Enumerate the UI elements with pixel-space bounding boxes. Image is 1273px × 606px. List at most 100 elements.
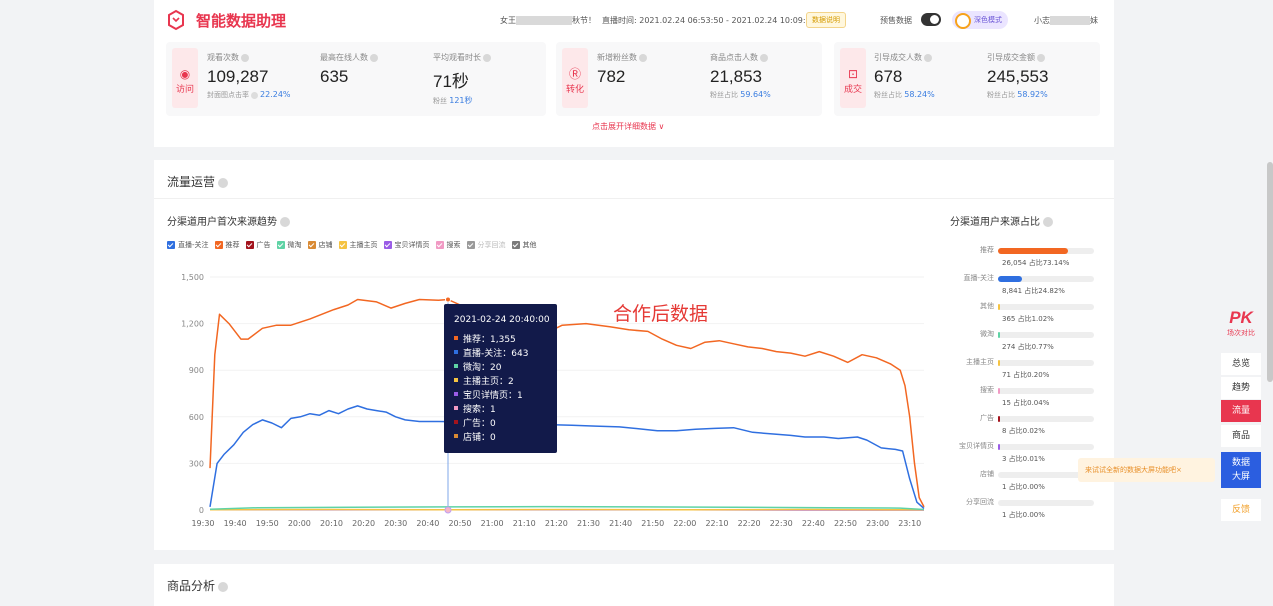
nav-goods[interactable]: 商品 <box>1221 425 1261 447</box>
legend-checkbox[interactable] <box>338 241 347 249</box>
legend-checkbox[interactable] <box>167 241 175 249</box>
tooltip-title: 2021-02-24 20:40:00 <box>454 315 550 325</box>
y-tick-label: 300 <box>189 459 204 468</box>
share-bar-track <box>998 416 1094 422</box>
x-tick-label: 22:40 <box>802 519 825 528</box>
x-tick-label: 21:50 <box>641 519 664 528</box>
tooltip-row: 微淘：20 <box>454 359 547 373</box>
share-name: 店铺 <box>980 470 994 478</box>
share-bar-fill <box>998 416 1000 422</box>
legend-item[interactable]: 广告 <box>245 240 271 250</box>
legend-item[interactable]: 店铺 <box>307 240 333 250</box>
share-bar-track <box>998 276 1094 282</box>
x-tick-label: 19:30 <box>191 519 214 528</box>
help-icon[interactable] <box>241 53 249 62</box>
tooltip-row: 搜索：1 <box>454 401 547 415</box>
dark-mode-toggle[interactable]: 深色模式 <box>952 11 1008 29</box>
legend-checkbox[interactable] <box>307 241 316 249</box>
series-line <box>209 405 925 509</box>
share-title: 分渠道用户来源占比 <box>950 213 1053 228</box>
help-icon[interactable] <box>218 177 229 188</box>
help-icon[interactable] <box>924 53 932 62</box>
goods-card: 商品分析 <box>154 564 1114 606</box>
series-dot <box>454 378 458 382</box>
help-icon[interactable] <box>280 217 290 227</box>
help-icon[interactable] <box>1037 53 1045 62</box>
share-row: 主播主页 71 占比0.20% <box>950 352 1100 380</box>
x-tick-label: 20:50 <box>448 519 471 528</box>
legend-checkbox[interactable] <box>245 241 254 249</box>
x-tick-label: 20:00 <box>288 519 311 528</box>
series-dot <box>454 392 458 396</box>
legend-checkbox[interactable] <box>214 241 223 249</box>
legend-checkbox[interactable] <box>276 241 285 249</box>
feedback-button[interactable]: 反馈 <box>1221 499 1261 521</box>
legend-checkbox[interactable] <box>511 241 520 249</box>
metric-goods-clicks: 商品点击人数 21,853 粉丝占比 59.64% <box>710 53 771 99</box>
series-dot <box>454 336 458 340</box>
share-value: 71 占比0.20% <box>1002 371 1050 379</box>
help-icon[interactable] <box>483 53 491 62</box>
scrollbar[interactable] <box>1267 162 1273 382</box>
legend-label: 主播主页 <box>349 241 378 249</box>
pk-compare-button[interactable]: PK 场次对比 <box>1222 308 1260 346</box>
help-icon[interactable] <box>639 53 647 62</box>
legend-label: 店铺 <box>318 241 333 249</box>
x-tick-label: 23:00 <box>866 519 889 528</box>
share-value: 8,841 占比24.82% <box>1002 287 1065 295</box>
legend-item[interactable]: 宝贝详情页 <box>383 240 430 250</box>
share-name: 分享回流 <box>966 498 994 506</box>
nav-traffic[interactable]: 流量 <box>1221 400 1261 422</box>
legend-item[interactable]: 搜索 <box>435 240 461 250</box>
flow-card: 0 300 600 900 1,200 1,500 19:30 19:40 19:50 20:00… <box>154 160 1114 550</box>
x-tick-label: 22:50 <box>834 519 857 528</box>
share-row: 微淘 274 占比0.77% <box>950 324 1100 352</box>
share-bar-fill <box>998 248 1069 254</box>
share-row: 推荐 26,054 占比73.14% <box>950 240 1100 268</box>
legend-label: 微淘 <box>287 241 302 249</box>
deal-metrics: ⊡ 成交 引导成交人数 678 粉丝占比 58.24% 引导成交金额 245,55… <box>834 42 1100 116</box>
help-icon[interactable] <box>1043 217 1053 227</box>
legend-item[interactable]: 分享回流 <box>466 240 506 250</box>
user-name[interactable]: 小志妹 <box>1034 15 1098 26</box>
big-screen-toast[interactable]: 来试试全新的数据大屏功能吧× <box>1078 458 1215 482</box>
help-icon[interactable] <box>760 53 768 62</box>
goods-title: 商品分析 <box>167 577 229 594</box>
series-dot <box>454 350 458 354</box>
hover-point <box>445 296 451 303</box>
x-tick-label: 22:30 <box>770 519 793 528</box>
legend-checkbox[interactable] <box>435 241 444 249</box>
share-name: 推荐 <box>980 246 994 254</box>
legend-checkbox[interactable] <box>466 241 475 249</box>
share-bar-track <box>998 248 1094 254</box>
help-icon[interactable] <box>370 53 378 62</box>
legend-item[interactable]: 其他 <box>511 240 537 250</box>
eye-icon: ◉ <box>179 67 191 81</box>
legend-item[interactable]: 推荐 <box>214 240 240 250</box>
legend-checkbox[interactable] <box>383 241 392 249</box>
share-name: 主播主页 <box>966 358 994 366</box>
nav-overview[interactable]: 总览 <box>1221 353 1261 375</box>
tooltip-row: 宝贝详情页：1 <box>454 387 547 401</box>
share-value: 274 占比0.77% <box>1002 343 1054 351</box>
anchor-name: 女王 秋节！ <box>500 16 596 25</box>
nav-trend[interactable]: 趋势 <box>1221 377 1261 399</box>
share-bar-fill <box>998 276 1022 282</box>
share-bar-track <box>998 444 1094 450</box>
presale-toggle[interactable] <box>921 13 941 26</box>
share-name: 搜索 <box>980 386 994 394</box>
visit-tag: ◉ 访问 <box>172 48 198 108</box>
data-note-button[interactable]: 数据说明 <box>806 12 846 28</box>
big-screen-button[interactable]: 数据大屏 <box>1221 452 1261 488</box>
presale-label: 预售数据 <box>880 16 912 25</box>
share-value: 1 占比0.00% <box>1002 483 1045 491</box>
expand-details-link[interactable]: 点击展开详细数据 ∨ <box>592 121 664 132</box>
legend-item[interactable]: 直播-关注 <box>167 240 209 250</box>
share-bar-fill <box>998 332 1000 338</box>
share-name: 广告 <box>980 414 994 422</box>
person-icon: Ⓡ <box>568 67 581 81</box>
legend-item[interactable]: 主播主页 <box>338 240 378 250</box>
help-icon[interactable] <box>218 581 229 592</box>
legend-item[interactable]: 微淘 <box>276 240 302 250</box>
metric-new-fans: 新增粉丝数 782 <box>597 52 647 87</box>
